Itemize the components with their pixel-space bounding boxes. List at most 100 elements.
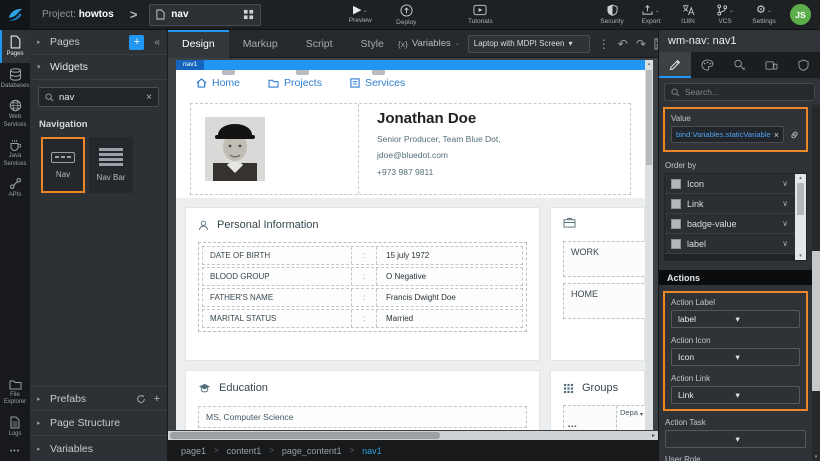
- checkbox[interactable]: [671, 239, 681, 249]
- scroll-down-icon[interactable]: ▾: [799, 253, 802, 259]
- nav-item-home[interactable]: Home: [196, 77, 240, 89]
- properties-search-box[interactable]: [664, 83, 815, 101]
- table-row[interactable]: DATE OF BIRTH : 15 july 1972: [202, 246, 523, 265]
- order-by-row-badge-value[interactable]: badge-value ∨: [665, 214, 795, 234]
- tab-properties[interactable]: [659, 52, 691, 78]
- tab-styles[interactable]: [691, 52, 723, 78]
- widget-tile-navbar[interactable]: Nav Bar: [89, 137, 133, 193]
- scrollbar-thumb[interactable]: [797, 183, 804, 215]
- order-by-scrollbar[interactable]: ▴ ▾: [795, 174, 806, 260]
- drag-handle[interactable]: [296, 70, 309, 75]
- vcs-button[interactable]: ⌄ VCS: [706, 4, 744, 25]
- widget-tile-nav[interactable]: Nav: [41, 137, 85, 193]
- wavemaker-logo[interactable]: [0, 0, 30, 30]
- nav-widget[interactable]: Home Projects Services: [176, 70, 645, 96]
- design-canvas-page[interactable]: nav1 Home Projects Services: [176, 60, 645, 430]
- tab-style[interactable]: Style: [347, 30, 398, 58]
- tab-script[interactable]: Script: [292, 30, 347, 58]
- rail-item-java-services[interactable]: Java Services: [0, 133, 30, 172]
- collapse-panel-icon[interactable]: «: [154, 37, 160, 48]
- security-button[interactable]: Security: [592, 4, 632, 25]
- properties-scrollbar[interactable]: ▾: [812, 105, 820, 461]
- tab-devices[interactable]: [756, 52, 788, 78]
- tutorials-button[interactable]: Tutorials: [457, 4, 503, 25]
- refresh-icon[interactable]: [136, 394, 146, 404]
- tab-security[interactable]: [788, 52, 820, 78]
- tab-events[interactable]: [723, 52, 755, 78]
- tab-design[interactable]: Design: [168, 30, 229, 58]
- canvas-vertical-scrollbar[interactable]: ▴: [645, 60, 653, 430]
- chevron-down-icon[interactable]: ∨: [782, 219, 795, 228]
- chevron-down-icon[interactable]: ∨: [782, 199, 795, 208]
- action-label-select[interactable]: label ▾: [671, 310, 800, 328]
- user-avatar[interactable]: JS: [790, 4, 811, 25]
- page-structure-section-header[interactable]: ▸ Page Structure: [30, 411, 167, 436]
- tab-markup[interactable]: Markup: [229, 30, 292, 58]
- canvas-horizontal-scrollbar[interactable]: ▸: [168, 431, 658, 440]
- undo-icon[interactable]: ↶: [618, 37, 628, 51]
- breadcrumb-content1[interactable]: content1: [227, 446, 262, 456]
- add-page-button[interactable]: +: [129, 35, 144, 50]
- kebab-menu-icon[interactable]: ⋮: [598, 37, 610, 51]
- table-row[interactable]: MARITAL STATUS : Married: [202, 309, 523, 328]
- variables-menu[interactable]: {x} Variables ⌄: [398, 38, 460, 49]
- more-options-icon[interactable]: •••: [0, 442, 30, 461]
- order-by-row-link[interactable]: Link ∨: [665, 194, 795, 214]
- scroll-up-icon[interactable]: ▴: [799, 175, 802, 181]
- order-by-row-icon[interactable]: Icon ∨: [665, 174, 795, 194]
- rail-item-pages[interactable]: Pages: [0, 30, 30, 63]
- rail-item-logs[interactable]: Logs: [0, 411, 30, 443]
- settings-button[interactable]: ⚙⌄ Settings: [744, 5, 784, 25]
- widgets-section-header[interactable]: ▾ Widgets: [30, 55, 167, 80]
- deploy-button[interactable]: Deploy: [383, 4, 429, 26]
- value-bind-input[interactable]: bind:Variables.staticVariable1.dataSet ×: [671, 126, 784, 143]
- groups-cell[interactable]: ▪▪▪ Depa▾: [563, 405, 645, 430]
- scroll-up-icon[interactable]: ▴: [645, 60, 653, 68]
- scrollbar-thumb[interactable]: [812, 251, 820, 391]
- nav-item-services[interactable]: Services: [350, 77, 405, 89]
- groups-panel[interactable]: Groups ▪▪▪ Depa▾: [550, 370, 645, 430]
- nav-item-projects[interactable]: Projects: [268, 77, 322, 89]
- breadcrumb-page-content1[interactable]: page_content1: [282, 446, 342, 456]
- education-row[interactable]: MS, Computer Science: [198, 406, 527, 428]
- scroll-down-icon[interactable]: ▾: [812, 454, 820, 460]
- rail-item-apis[interactable]: APIs: [0, 172, 30, 204]
- action-task-select[interactable]: ▾: [665, 430, 806, 448]
- preview-button[interactable]: ▶⌄ Preview: [337, 5, 383, 24]
- selected-widget-bar[interactable]: nav1: [176, 60, 645, 70]
- address-cell-work[interactable]: WORK: [563, 241, 645, 277]
- checkbox[interactable]: [671, 179, 681, 189]
- scrollbar-thumb[interactable]: [170, 432, 440, 439]
- drag-handle[interactable]: [372, 70, 385, 75]
- rail-item-web-services[interactable]: Web Services: [0, 94, 30, 133]
- clear-value-icon[interactable]: ×: [774, 130, 779, 140]
- table-row[interactable]: BLOOD GROUP : O Negative: [202, 267, 523, 286]
- order-by-row-label[interactable]: label ∨: [665, 234, 795, 254]
- address-cell-home[interactable]: HOME: [563, 283, 645, 319]
- drag-handle[interactable]: [222, 70, 235, 75]
- address-panel[interactable]: WORK HOME: [550, 207, 645, 361]
- i18n-button[interactable]: I18N: [670, 4, 706, 25]
- prefabs-section-header[interactable]: ▸ Prefabs +: [30, 386, 167, 411]
- personal-info-panel[interactable]: Personal Information DATE OF BIRTH : 15 …: [185, 207, 540, 361]
- device-select[interactable]: Laptop with MDPI Screen ▾: [468, 35, 590, 53]
- breadcrumb-nav1[interactable]: nav1: [362, 446, 382, 456]
- redo-icon[interactable]: ↷: [636, 37, 646, 51]
- rail-item-databases[interactable]: Databases: [0, 63, 30, 95]
- page-selector[interactable]: nav: [149, 4, 261, 26]
- add-prefab-icon[interactable]: +: [154, 393, 160, 405]
- widget-search-input[interactable]: [59, 92, 141, 103]
- checkbox[interactable]: [671, 199, 681, 209]
- properties-search-input[interactable]: [685, 87, 808, 97]
- scrollbar-thumb[interactable]: [646, 70, 652, 165]
- rail-item-file-explorer[interactable]: File Explorer: [0, 374, 30, 411]
- widget-search-box[interactable]: ×: [38, 87, 159, 107]
- clear-search-icon[interactable]: ×: [146, 92, 152, 103]
- export-button[interactable]: ⌄ Export: [632, 4, 670, 25]
- bind-link-icon[interactable]: [789, 129, 800, 140]
- table-row[interactable]: FATHER'S NAME : Francis Dwight Doe: [202, 288, 523, 307]
- breadcrumb-page1[interactable]: page1: [181, 446, 206, 456]
- chevron-down-icon[interactable]: ∨: [782, 179, 795, 188]
- chevron-down-icon[interactable]: ∨: [782, 239, 795, 248]
- action-icon-select[interactable]: Icon ▾: [671, 348, 800, 366]
